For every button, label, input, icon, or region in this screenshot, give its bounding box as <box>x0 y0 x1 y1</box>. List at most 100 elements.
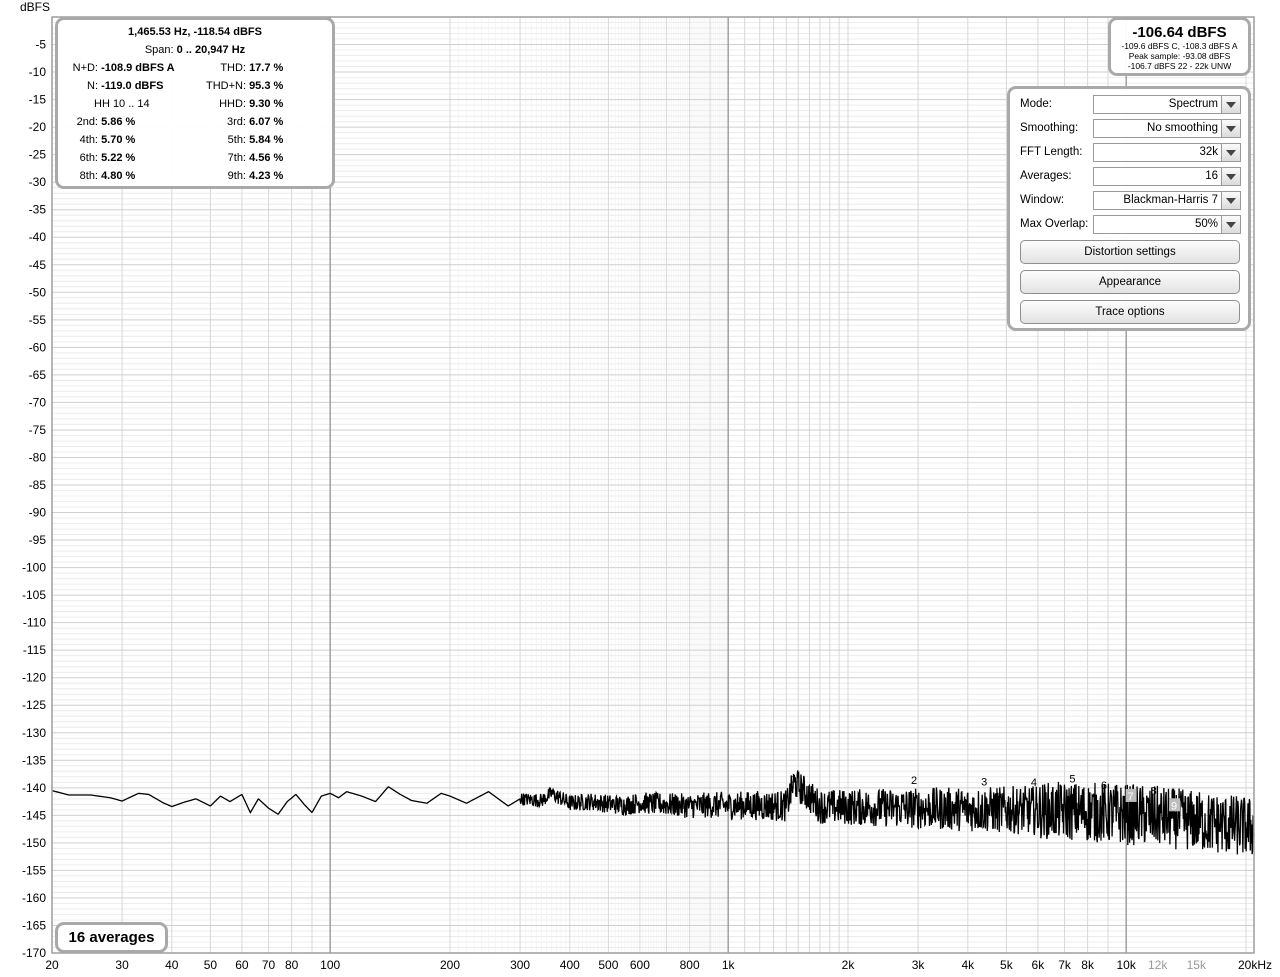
chevron-down-icon[interactable] <box>1221 96 1240 113</box>
x-tick-label: 5k <box>1000 958 1014 972</box>
y-tick-label: -125 <box>22 698 46 712</box>
readout-key: HHD: <box>219 98 246 110</box>
x-tick-label: 70 <box>262 958 276 972</box>
y-tick-label: -65 <box>29 368 47 382</box>
y-tick-label: -110 <box>23 616 46 630</box>
harmonic-marker-3: 3 <box>981 777 987 789</box>
x-tick-label: 1k <box>722 958 736 972</box>
y-tick-label: -60 <box>29 340 47 354</box>
window-value: Blackman-Harris 7 <box>1123 194 1218 206</box>
level-peak-sample: Peak sample: -93.08 dBFS <box>1128 51 1231 61</box>
chevron-down-icon[interactable] <box>1221 192 1240 209</box>
trace-options-button[interactable]: Trace options <box>1020 300 1240 324</box>
level-meter-panel: -106.64 dBFS -109.6 dBFS C, -108.3 dBFS … <box>1108 17 1251 76</box>
mode-label: Mode: <box>1020 98 1052 110</box>
readout-right-3: 3rd: 6.07 % <box>198 116 283 128</box>
measurement-readout-panel: 1,465.53 Hz, -118.54 dBFS Span: 0 .. 20,… <box>55 17 335 189</box>
y-tick-label: -95 <box>29 533 47 547</box>
x-tick-label: 100 <box>320 958 340 972</box>
x-tick-label: 300 <box>510 958 530 972</box>
max-overlap-label: Max Overlap: <box>1020 218 1089 230</box>
max-overlap-select[interactable]: 50% <box>1093 215 1241 234</box>
x-tick-label: 600 <box>630 958 650 972</box>
y-tick-label: -165 <box>22 918 46 932</box>
readout-value: 4.80 % <box>101 170 136 182</box>
chevron-down-icon[interactable] <box>1221 168 1240 185</box>
y-tick-label: -170 <box>22 946 46 960</box>
x-axis-ticks: 20 30 40 50 60 70 80 100 200 300 400 500 600 800 1k 2k 3… <box>45 958 1272 972</box>
readout-right-6: 9th: 4.23 % <box>198 170 284 182</box>
y-tick-label: -120 <box>22 671 46 685</box>
smoothing-select[interactable]: No smoothing <box>1093 119 1241 138</box>
readout-key: N: <box>87 80 98 92</box>
window-select[interactable]: Blackman-Harris 7 <box>1093 191 1241 210</box>
span-value: 0 .. 20,947 Hz <box>176 44 246 56</box>
readout-key: 6th: <box>79 152 98 164</box>
y-tick-label: -25 <box>29 148 47 162</box>
x-tick-label: 400 <box>560 958 580 972</box>
appearance-button[interactable]: Appearance <box>1020 270 1240 294</box>
x-tick-label: 500 <box>598 958 618 972</box>
fft-length-select[interactable]: 32k <box>1093 143 1241 162</box>
readout-right-0: THD: 17.7 % <box>198 62 283 74</box>
readout-key: 2nd: <box>76 116 98 128</box>
y-tick-label: -70 <box>29 395 47 409</box>
level-main-value: -106.64 dBFS <box>1132 24 1227 41</box>
readout-right-4: 5th: 5.84 % <box>198 134 284 146</box>
readout-value: 5.70 % <box>101 134 136 146</box>
y-tick-label: -140 <box>22 781 46 795</box>
mode-select[interactable]: Spectrum <box>1093 95 1241 114</box>
cursor-readout: 1,465.53 Hz, -118.54 dBFS <box>128 26 262 38</box>
y-tick-label: -130 <box>22 726 46 740</box>
distortion-settings-button[interactable]: Distortion settings <box>1020 240 1240 264</box>
readout-value: 17.7 % <box>249 62 284 74</box>
x-tick-label: 4k <box>961 958 975 972</box>
readout-right-1: THD+N: 95.3 % <box>198 80 283 92</box>
readout-right-5: 7th: 4.56 % <box>198 152 284 164</box>
y-tick-label: -5 <box>35 38 46 52</box>
x-tick-label: 6k <box>1032 958 1046 972</box>
readout-left-0: N+D: -108.9 dBFS A <box>62 62 175 74</box>
y-tick-label: -30 <box>29 175 47 189</box>
y-tick-label: -145 <box>22 808 46 822</box>
readout-left-5: 6th: 5.22 % <box>62 152 136 164</box>
y-tick-label: -55 <box>29 313 47 327</box>
y-tick-label: -90 <box>29 506 47 520</box>
x-tick-label: 60 <box>235 958 249 972</box>
y-tick-label: -15 <box>29 93 47 107</box>
fft-length-label: FFT Length: <box>1020 146 1083 158</box>
readout-key: 7th: <box>227 152 246 164</box>
y-tick-label: -20 <box>29 120 47 134</box>
y-tick-label: -105 <box>22 588 46 602</box>
x-tick-label: 15k <box>1187 958 1207 972</box>
chevron-down-icon[interactable] <box>1221 144 1240 161</box>
analyser-settings-panel: Mode: Spectrum Smoothing: No smoothing F… <box>1007 86 1251 331</box>
x-tick-label: 40 <box>165 958 179 972</box>
averages-select[interactable]: 16 <box>1093 167 1241 186</box>
y-tick-label: -50 <box>29 285 47 299</box>
y-tick-label: -160 <box>22 891 46 905</box>
readout-value: -119.0 dBFS <box>101 80 164 92</box>
harmonic-marker-5: 5 <box>1069 773 1075 785</box>
y-tick-label: -155 <box>22 863 46 877</box>
x-tick-label: 2k <box>842 958 856 972</box>
chevron-down-icon[interactable] <box>1221 120 1240 137</box>
harmonic-marker-9: 9 <box>1171 800 1177 812</box>
readout-value: 4.23 % <box>249 170 284 182</box>
fft-length-value: 32k <box>1199 146 1218 158</box>
x-tick-label: 50 <box>204 958 218 972</box>
span-readout: Span: 0 .. 20,947 Hz <box>58 44 332 56</box>
x-tick-label: 8k <box>1081 958 1095 972</box>
harmonic-marker-6: 6 <box>1101 780 1107 792</box>
y-tick-label: -10 <box>29 65 47 79</box>
y-tick-label: -100 <box>22 561 46 575</box>
readout-key: 9th: <box>227 170 246 182</box>
y-tick-label: -135 <box>22 753 46 767</box>
x-tick-label: 3k <box>912 958 926 972</box>
averages-value: 16 <box>1205 170 1218 182</box>
y-tick-label: -115 <box>23 643 46 657</box>
chevron-down-icon[interactable] <box>1221 216 1240 233</box>
readout-value: 5.84 % <box>249 134 284 146</box>
readout-value: 5.86 % <box>101 116 136 128</box>
y-tick-label: -75 <box>29 423 47 437</box>
